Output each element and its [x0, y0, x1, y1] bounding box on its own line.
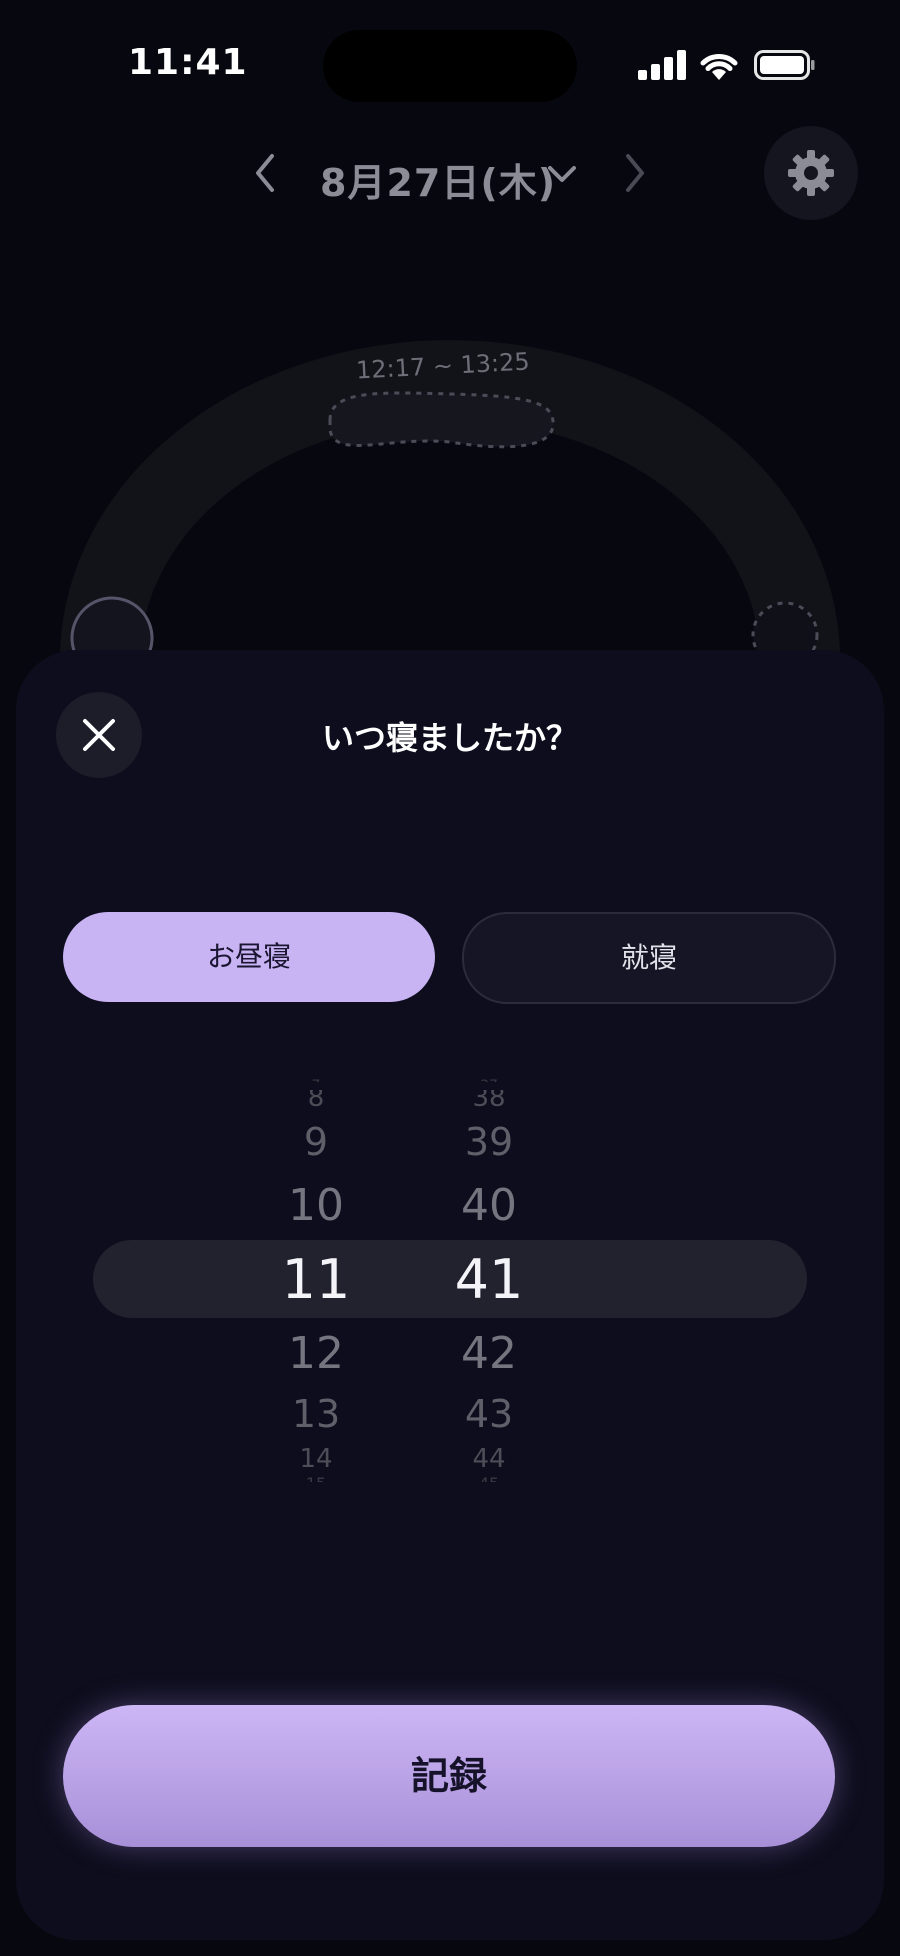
picker-hour: 13 [291, 1392, 341, 1436]
chevron-down-icon[interactable] [542, 154, 582, 194]
nap-segment-button[interactable]: お昼寝 [63, 912, 435, 1002]
cellular-signal-icon [638, 50, 686, 80]
minute-wheel[interactable]: 37 38 39 40 41 42 43 44 45 [429, 1078, 549, 1500]
picker-minute-selected: 41 [454, 1248, 524, 1311]
dynamic-island [323, 30, 577, 102]
status-time: 11:41 [128, 42, 248, 83]
battery-icon [754, 50, 815, 80]
picker-hour: 10 [288, 1180, 344, 1231]
picker-hour: 7 [256, 1066, 376, 1082]
picker-hour: 15 [256, 1474, 376, 1482]
picker-minute: 40 [461, 1180, 517, 1231]
picker-hour: 14 [299, 1444, 333, 1470]
picker-hour-selected: 11 [281, 1248, 351, 1311]
picker-hour: 12 [288, 1328, 344, 1379]
sleep-timeline-arc [60, 340, 840, 670]
record-button[interactable]: 記録 [63, 1705, 835, 1847]
date-label[interactable]: 8月27日(木) [320, 152, 556, 207]
picker-hour: 8 [307, 1090, 325, 1112]
sheet-title: いつ寝ましたか？ [321, 719, 578, 757]
hour-wheel[interactable]: 7 8 9 10 11 12 13 14 15 [256, 1078, 376, 1500]
picker-minute: 42 [461, 1328, 517, 1379]
picker-minute: 45 [429, 1474, 549, 1482]
time-picker[interactable]: 7 8 9 10 11 12 13 14 15 37 38 39 40 41 4… [16, 1078, 884, 1500]
picker-minute: 39 [464, 1120, 514, 1164]
picker-minute: 44 [472, 1444, 506, 1470]
picker-minute: 43 [464, 1392, 514, 1436]
picker-hour: 9 [303, 1120, 329, 1164]
wifi-icon [700, 54, 738, 80]
bedtime-segment-button[interactable]: 就寝 [462, 912, 836, 1004]
chevron-left-icon[interactable] [244, 148, 284, 198]
chevron-right-icon[interactable] [616, 148, 656, 198]
bedtime-sheet: いつ寝ましたか？ お昼寝 就寝 7 8 9 10 11 12 13 14 15 … [16, 650, 884, 1940]
gear-icon [788, 150, 834, 196]
settings-button[interactable] [764, 126, 858, 220]
nap-segment[interactable] [328, 391, 555, 449]
status-bar: 11:41 [0, 0, 900, 130]
picker-minute: 37 [429, 1066, 549, 1082]
picker-minute: 38 [472, 1090, 506, 1112]
